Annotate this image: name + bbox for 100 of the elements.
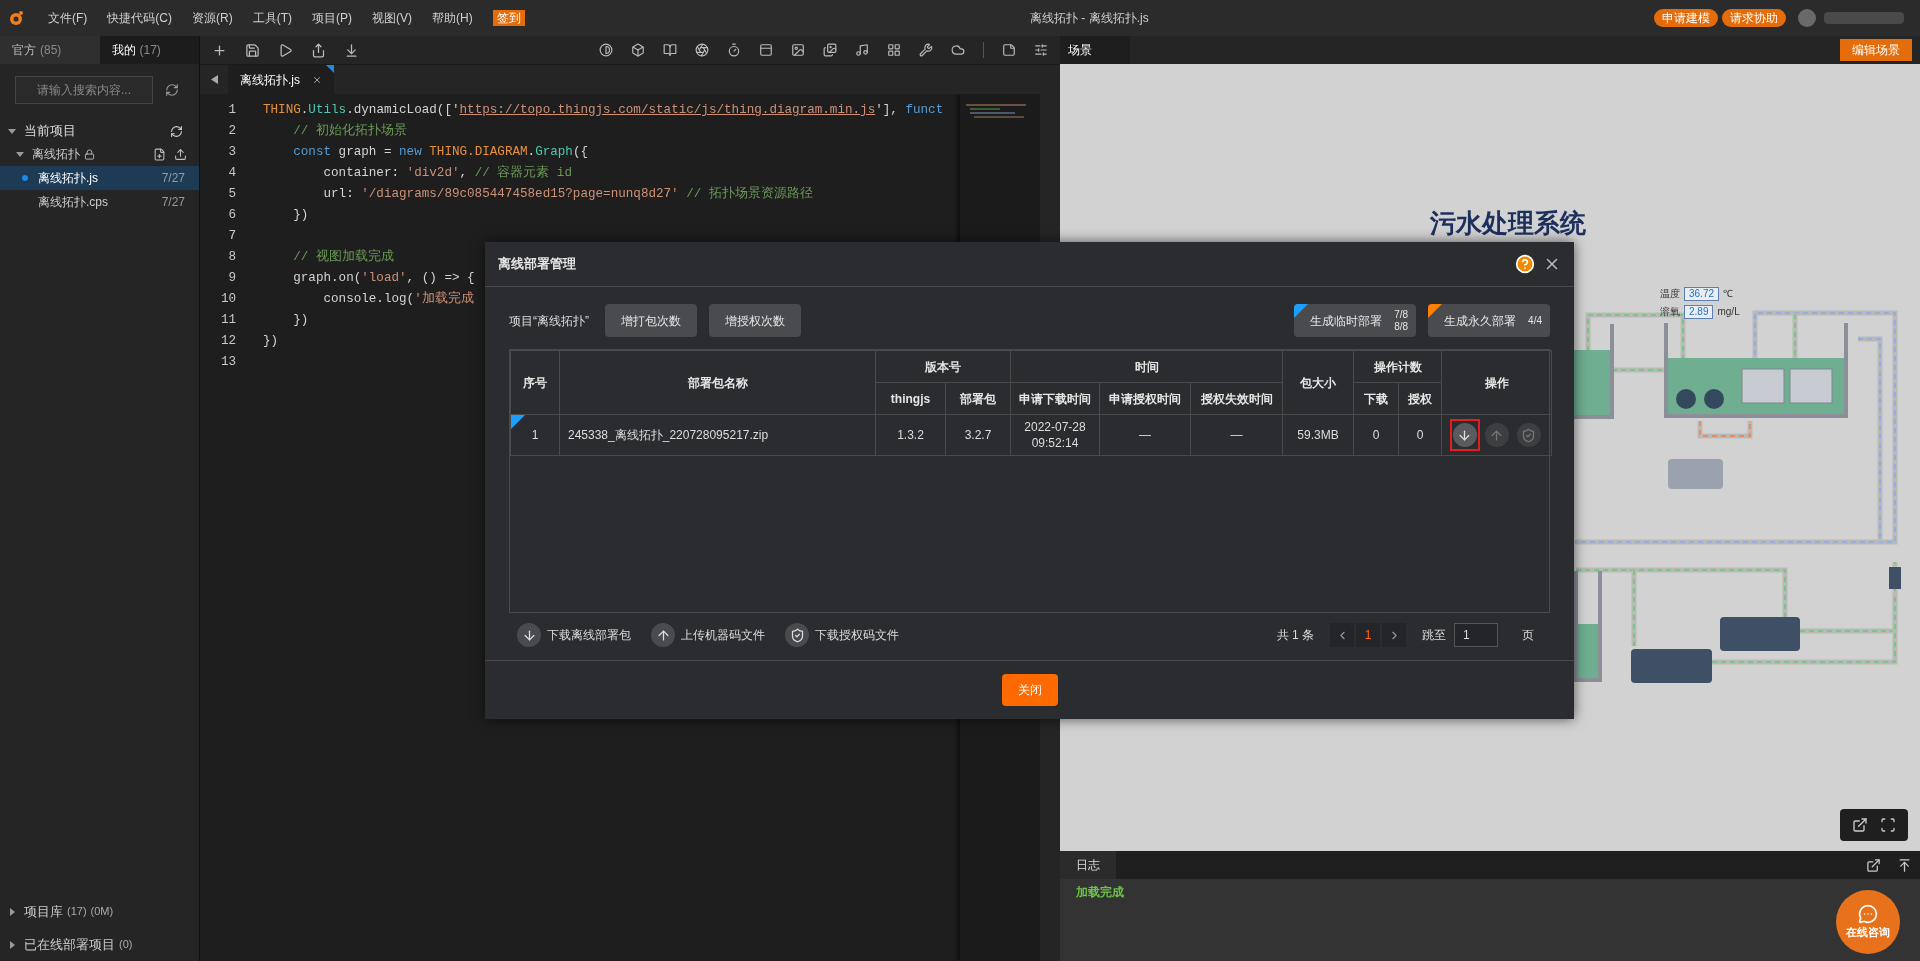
section-title[interactable]: 已在线部署项目 (24, 934, 115, 955)
log-tab[interactable]: 日志 (1060, 851, 1116, 879)
expand-caret-icon[interactable] (8, 127, 16, 135)
upload-icon[interactable] (174, 147, 187, 161)
column-header: 时间 (1010, 350, 1283, 383)
tab-count: (85) (40, 42, 62, 59)
cube-icon[interactable] (631, 43, 645, 57)
file-item[interactable]: 离线拓扑.cps 7/27 (0, 190, 199, 214)
next-page-button[interactable] (1382, 623, 1406, 647)
line-number: 1 (227, 102, 237, 120)
panel-icon[interactable] (759, 43, 773, 57)
open-external-icon[interactable] (1866, 857, 1881, 873)
upload-icon[interactable] (1897, 857, 1912, 873)
code-token: // 初始化拓扑场景 (292, 124, 407, 139)
help-icon[interactable] (1515, 254, 1535, 274)
image-icon[interactable] (791, 43, 805, 57)
code-token: graph = (337, 145, 393, 160)
dialog-action-button[interactable]: 增授权次数 (709, 304, 801, 337)
line-number: 9 (227, 270, 237, 288)
menu-item[interactable]: 视图(V) (372, 9, 412, 27)
refresh-icon[interactable] (165, 83, 179, 97)
wrench-icon[interactable] (919, 43, 933, 57)
code-token: ({ (572, 145, 589, 160)
column-header: 申请授权时间 (1099, 382, 1191, 415)
app-logo-icon (8, 10, 24, 26)
add-icon[interactable] (212, 42, 227, 58)
fullscreen-icon[interactable] (1880, 817, 1896, 833)
code-token: new (399, 145, 422, 160)
column-header: 部署包 (945, 382, 1011, 415)
book-icon[interactable] (663, 43, 677, 57)
menu-item[interactable]: 帮助(H) (432, 9, 473, 27)
code-token: }) (292, 313, 309, 328)
user-avatar[interactable] (1798, 9, 1816, 27)
page-input[interactable]: 1 (1454, 623, 1498, 647)
expand-caret-icon[interactable] (8, 907, 16, 916)
generate-button[interactable]: 生成永久部署 4/4 (1428, 304, 1550, 337)
close-tab-icon[interactable] (312, 74, 322, 85)
sliders-icon[interactable] (1034, 43, 1048, 57)
generate-button[interactable]: 生成临时部署 7/8 8/8 (1294, 304, 1417, 337)
menu-item[interactable]: 文件(F) (48, 9, 88, 27)
quota-count: 4/4 (1528, 314, 1542, 327)
line-number: 13 (219, 354, 237, 372)
aperture-icon[interactable] (695, 43, 709, 57)
cloud-icon[interactable] (951, 43, 965, 57)
column-header: thingjs (875, 382, 946, 415)
readout-label: 溶氧 (1660, 305, 1680, 319)
search-field[interactable]: 请输入搜索内容... (15, 76, 153, 104)
table-cell: 3.2.7 (945, 414, 1011, 456)
line-number: 12 (219, 333, 237, 351)
code-token: }) (292, 208, 309, 223)
table-cell: 1.3.2 (875, 414, 946, 456)
editor-tab[interactable]: 离线拓扑.js (228, 65, 334, 94)
code-token: // 容器元素 id (474, 166, 572, 181)
row-action-button[interactable] (1449, 419, 1480, 451)
expand-caret-icon[interactable] (8, 940, 16, 949)
code-token: 'div2d' (406, 166, 460, 181)
save-icon[interactable] (245, 42, 260, 58)
refresh-icon[interactable] (170, 124, 183, 138)
music-icon[interactable] (855, 43, 869, 57)
page-button[interactable]: 1 (1356, 623, 1380, 647)
project-name[interactable]: 离线拓扑 (32, 145, 80, 163)
section-title[interactable]: 项目库 (24, 901, 63, 922)
new-file-icon[interactable] (153, 147, 166, 161)
line-number: 8 (227, 249, 237, 267)
column-header: 包大小 (1282, 350, 1354, 415)
sidebar-tab[interactable]: 我的 (17) (99, 36, 199, 64)
grid-icon[interactable] (887, 43, 901, 57)
file-item[interactable]: 离线拓扑.js 7/27 (0, 166, 199, 190)
code-token: const (292, 145, 332, 160)
images-icon[interactable] (823, 43, 837, 57)
download-icon (517, 623, 541, 647)
code-token: console.log( (322, 292, 415, 307)
tab-label: 官方 (12, 42, 36, 59)
menu-item[interactable]: 工具(T) (252, 9, 292, 27)
share-icon[interactable] (311, 42, 326, 58)
download-icon[interactable] (344, 42, 359, 58)
legend-label: 下载授权码文件 (815, 627, 899, 644)
timer-icon[interactable] (727, 43, 741, 57)
shield-icon (785, 623, 809, 647)
dialog-title: 离线部署管理 (498, 255, 577, 274)
sidebar-tab[interactable]: 官方 (85) (0, 36, 100, 64)
scroll-left-icon[interactable] (210, 75, 218, 84)
column-header: 序号 (510, 350, 560, 415)
page-suffix: 页 (1522, 627, 1534, 644)
log-message: 加载完成 (1076, 884, 1125, 901)
play-icon[interactable] (278, 42, 293, 58)
section-count: (0) (119, 937, 133, 953)
note-icon[interactable] (1002, 43, 1016, 57)
scene-tab[interactable]: 场景 (1060, 36, 1130, 64)
menu-item[interactable]: 快捷代码(C) (107, 9, 172, 27)
dialog-action-button[interactable]: 增打包次数 (605, 304, 697, 337)
prev-page-button[interactable] (1330, 623, 1354, 647)
table-cell: 59.3MB (1282, 414, 1354, 456)
quota-count: 8/8 (1394, 320, 1409, 333)
section-title[interactable]: 当前项目 (24, 121, 170, 141)
menu-item[interactable]: 资源(R) (192, 9, 233, 27)
menu-item[interactable]: 项目(P) (312, 9, 352, 27)
expand-caret-icon[interactable] (16, 150, 24, 158)
open-external-icon[interactable] (1852, 817, 1868, 833)
table-cell: 2022-07-28 09:52:14 (1010, 414, 1100, 456)
